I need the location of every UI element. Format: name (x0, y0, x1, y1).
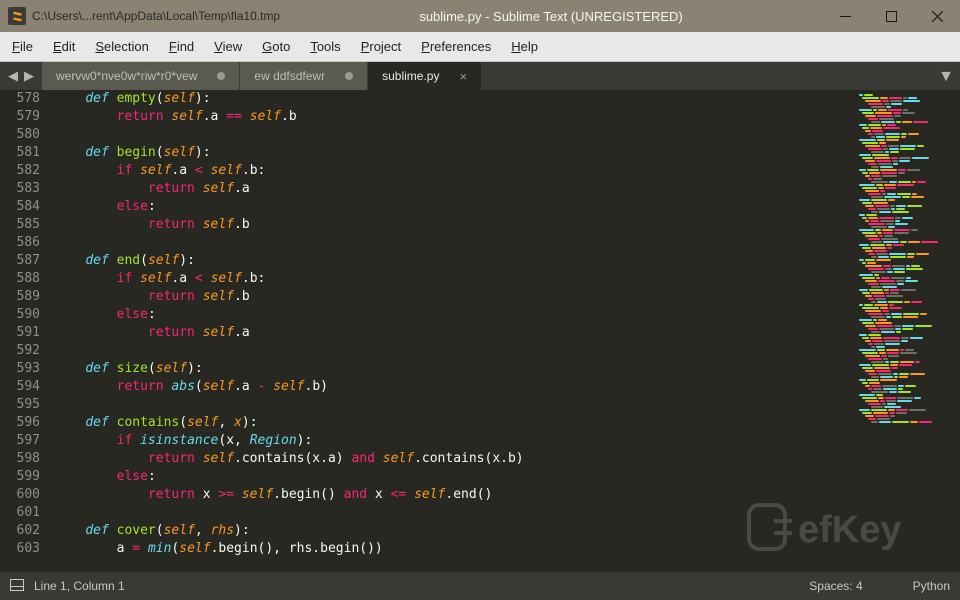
line-number: 584 (0, 198, 40, 216)
code-line: if self.a < self.b: (54, 162, 855, 180)
menu-find[interactable]: Find (159, 35, 204, 58)
line-number: 580 (0, 126, 40, 144)
menu-help[interactable]: Help (501, 35, 548, 58)
titlebar: C:\Users\...rent\AppData\Local\Temp\fla1… (0, 0, 960, 32)
line-number: 583 (0, 180, 40, 198)
code-line: return self.b (54, 288, 855, 306)
line-number: 578 (0, 90, 40, 108)
code-line: if isinstance(x, Region): (54, 432, 855, 450)
line-number: 598 (0, 450, 40, 468)
gutter[interactable]: 5785795805815825835845855865875885895905… (0, 90, 50, 572)
code-line: a = min(self.begin(), rhs.begin()) (54, 540, 855, 558)
tab-close-icon[interactable]: × (459, 69, 467, 84)
nav-back-icon[interactable]: ◀ (8, 68, 18, 84)
code-line: return self.b (54, 216, 855, 234)
status-language[interactable]: Python (913, 579, 950, 593)
app-icon (8, 7, 26, 25)
window-minimize-button[interactable] (822, 0, 868, 32)
nav-forward-icon[interactable]: ▶ (24, 68, 34, 84)
line-number: 587 (0, 252, 40, 270)
line-number: 579 (0, 108, 40, 126)
tab-dropdown-icon[interactable]: ▼ (938, 68, 954, 86)
line-number: 588 (0, 270, 40, 288)
code-line: if self.a < self.b: (54, 270, 855, 288)
menu-preferences[interactable]: Preferences (411, 35, 501, 58)
tab-1[interactable]: ew ddfsdfewr (240, 62, 367, 90)
panel-switcher-icon[interactable] (10, 579, 24, 594)
tab-dirty-icon (345, 72, 353, 80)
line-number: 602 (0, 522, 40, 540)
code-line: else: (54, 468, 855, 486)
editor-area: 5785795805815825835845855865875885895905… (0, 90, 960, 572)
line-number: 590 (0, 306, 40, 324)
line-number: 596 (0, 414, 40, 432)
code-line: return self.a (54, 324, 855, 342)
code-line: def begin(self): (54, 144, 855, 162)
line-number: 589 (0, 288, 40, 306)
tab-dirty-icon (217, 72, 225, 80)
line-number: 594 (0, 378, 40, 396)
menu-file[interactable]: File (2, 35, 43, 58)
line-number: 600 (0, 486, 40, 504)
code-line (54, 234, 855, 252)
minimap[interactable] (855, 90, 960, 572)
status-indent[interactable]: Spaces: 4 (809, 579, 862, 593)
line-number: 601 (0, 504, 40, 522)
line-number: 603 (0, 540, 40, 558)
tab-bar: ◀ ▶ wervw0*nve0w*riw*r0*vew ew ddfsdfewr s… (0, 62, 960, 90)
code-line: return self.a == self.b (54, 108, 855, 126)
menu-view[interactable]: View (204, 35, 252, 58)
line-number: 599 (0, 468, 40, 486)
titlebar-title: sublime.py - Sublime Text (UNREGISTERED) (280, 9, 822, 24)
line-number: 592 (0, 342, 40, 360)
code-line: return self.a (54, 180, 855, 198)
line-number: 595 (0, 396, 40, 414)
line-number: 593 (0, 360, 40, 378)
menubar: FileEditSelectionFindViewGotoToolsProjec… (0, 32, 960, 62)
code-line (54, 396, 855, 414)
window-maximize-button[interactable] (868, 0, 914, 32)
status-position[interactable]: Line 1, Column 1 (34, 579, 125, 593)
code-line: else: (54, 198, 855, 216)
menu-edit[interactable]: Edit (43, 35, 85, 58)
statusbar: Line 1, Column 1 Spaces: 4 Python (0, 572, 960, 600)
code-line: def contains(self, x): (54, 414, 855, 432)
code-line (54, 504, 855, 522)
code-line (54, 342, 855, 360)
tab-label: wervw0*nve0w*riw*r0*vew (56, 69, 197, 83)
tab-label: ew ddfsdfewr (254, 69, 325, 83)
menu-goto[interactable]: Goto (252, 35, 300, 58)
line-number: 586 (0, 234, 40, 252)
menu-selection[interactable]: Selection (85, 35, 158, 58)
code-editor[interactable]: def empty(self): return self.a == self.b… (50, 90, 855, 572)
line-number: 582 (0, 162, 40, 180)
code-line: def cover(self, rhs): (54, 522, 855, 540)
code-line: return x >= self.begin() and x <= self.e… (54, 486, 855, 504)
menu-project[interactable]: Project (351, 35, 411, 58)
code-line: return self.contains(x.a) and self.conta… (54, 450, 855, 468)
tab-0[interactable]: wervw0*nve0w*riw*r0*vew (42, 62, 239, 90)
code-line: return abs(self.a - self.b) (54, 378, 855, 396)
code-line (54, 126, 855, 144)
menu-tools[interactable]: Tools (300, 35, 350, 58)
line-number: 585 (0, 216, 40, 234)
titlebar-path: C:\Users\...rent\AppData\Local\Temp\fla1… (32, 9, 280, 23)
window-close-button[interactable] (914, 0, 960, 32)
line-number: 591 (0, 324, 40, 342)
code-line: def empty(self): (54, 90, 855, 108)
tab-2[interactable]: sublime.py × (368, 62, 481, 90)
code-line: def end(self): (54, 252, 855, 270)
code-line: def size(self): (54, 360, 855, 378)
line-number: 581 (0, 144, 40, 162)
line-number: 597 (0, 432, 40, 450)
tab-label: sublime.py (382, 69, 439, 83)
code-line: else: (54, 306, 855, 324)
